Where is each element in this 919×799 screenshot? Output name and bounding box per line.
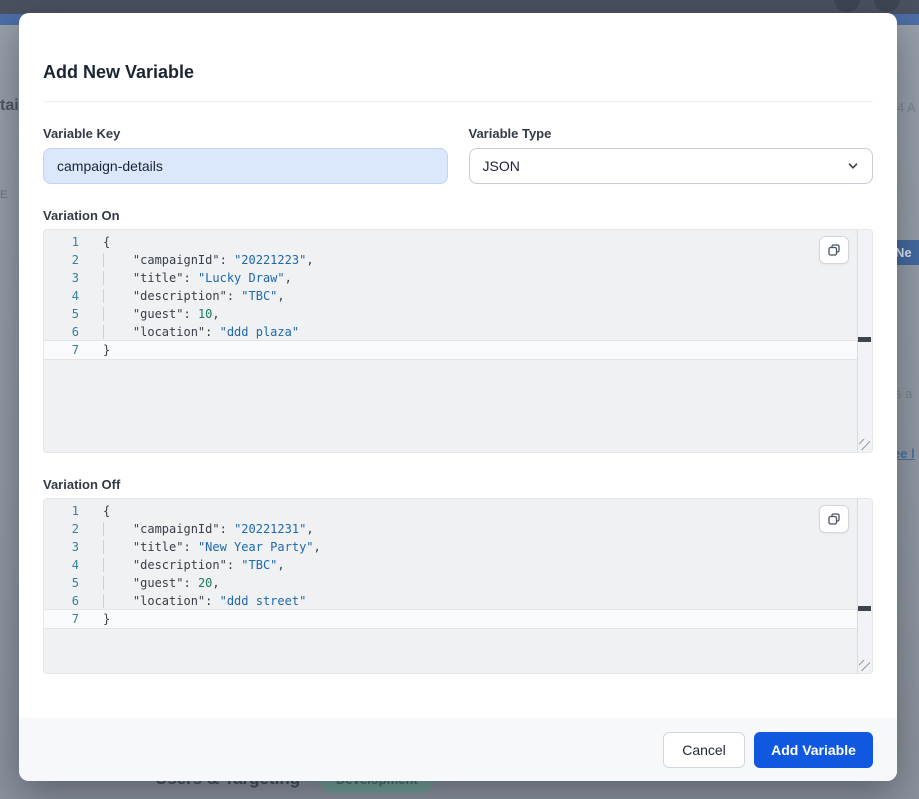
screen: tai E 4 A Ne s a ee l Users & Targeting … xyxy=(0,0,919,799)
scrollbar-track[interactable] xyxy=(857,499,872,673)
background-topbar xyxy=(0,0,919,14)
code-area[interactable]: 1{2 "campaignId": "20221231",3 "title": … xyxy=(44,499,872,628)
resize-handle[interactable] xyxy=(859,439,870,450)
line-number: 7 xyxy=(44,610,87,628)
cancel-button[interactable]: Cancel xyxy=(663,732,745,768)
line-number: 4 xyxy=(44,556,87,574)
line-number: 4 xyxy=(44,287,87,305)
copy-icon xyxy=(826,242,842,258)
code-line-text: "location": "ddd plaza" xyxy=(87,323,299,341)
copy-button[interactable] xyxy=(819,236,849,264)
code-line-text: "campaignId": "20221223", xyxy=(87,251,314,269)
line-number: 3 xyxy=(44,538,87,556)
variable-type-field: Variable Type JSON xyxy=(469,126,874,184)
scrollbar-cursor-annotation xyxy=(858,337,871,342)
line-number: 6 xyxy=(44,592,87,610)
code-line-text: "title": "New Year Party", xyxy=(87,538,321,556)
modal-body: Add New Variable Variable Key Variable T… xyxy=(19,13,897,674)
background-text-fragment: tai xyxy=(0,97,19,115)
variation-off-label: Variation Off xyxy=(43,477,873,492)
copy-icon xyxy=(826,511,842,527)
variable-type-label: Variable Type xyxy=(469,126,874,141)
background-date-fragment: 4 A xyxy=(897,100,916,115)
code-line[interactable]: 3 "title": "New Year Party", xyxy=(44,538,872,556)
variation-off-editor[interactable]: 1{2 "campaignId": "20221231",3 "title": … xyxy=(43,498,873,674)
add-variable-button[interactable]: Add Variable xyxy=(754,732,873,768)
line-number: 5 xyxy=(44,305,87,323)
chevron-down-icon xyxy=(846,159,860,173)
variation-on-label: Variation On xyxy=(43,208,873,223)
line-number: 2 xyxy=(44,520,87,538)
background-text-fragment: s a xyxy=(895,386,912,401)
title-divider xyxy=(43,101,873,102)
variable-key-field: Variable Key xyxy=(43,126,448,184)
line-number: 7 xyxy=(44,341,87,359)
resize-handle[interactable] xyxy=(859,660,870,671)
code-line-text: } xyxy=(87,610,110,628)
code-line-text: { xyxy=(87,502,110,520)
avatar-icon xyxy=(834,0,860,12)
code-line[interactable]: 2 "campaignId": "20221231", xyxy=(44,520,872,538)
variable-key-input[interactable] xyxy=(43,148,448,184)
code-line-text: "description": "TBC", xyxy=(87,556,285,574)
code-line[interactable]: 6 "location": "ddd street" xyxy=(44,592,872,610)
code-line[interactable]: 5 "guest": 10, xyxy=(44,305,872,323)
variable-key-label: Variable Key xyxy=(43,126,448,141)
code-line[interactable]: 1{ xyxy=(44,502,872,520)
background-text-fragment: E xyxy=(0,189,7,201)
form-row: Variable Key Variable Type JSON xyxy=(43,126,873,184)
code-line[interactable]: 5 "guest": 20, xyxy=(44,574,872,592)
line-number: 3 xyxy=(44,269,87,287)
line-number: 5 xyxy=(44,574,87,592)
line-number: 2 xyxy=(44,251,87,269)
code-line-text: "description": "TBC", xyxy=(87,287,285,305)
variation-on-editor[interactable]: 1{2 "campaignId": "20221223",3 "title": … xyxy=(43,229,873,453)
line-number: 1 xyxy=(44,502,87,520)
avatar-icon xyxy=(874,0,900,12)
copy-button[interactable] xyxy=(819,505,849,533)
scrollbar-track[interactable] xyxy=(857,230,872,452)
variable-type-select[interactable]: JSON xyxy=(469,148,874,184)
code-line[interactable]: 4 "description": "TBC", xyxy=(44,287,872,305)
code-area[interactable]: 1{2 "campaignId": "20221223",3 "title": … xyxy=(44,230,872,359)
code-line-text: { xyxy=(87,233,110,251)
code-line[interactable]: 2 "campaignId": "20221223", xyxy=(44,251,872,269)
code-line[interactable]: 3 "title": "Lucky Draw", xyxy=(44,269,872,287)
line-number: 1 xyxy=(44,233,87,251)
code-line-text: "campaignId": "20221231", xyxy=(87,520,314,538)
add-variable-modal: Add New Variable Variable Key Variable T… xyxy=(19,13,897,781)
code-line[interactable]: 7} xyxy=(44,341,872,359)
line-number: 6 xyxy=(44,323,87,341)
modal-footer: Cancel Add Variable xyxy=(19,718,897,781)
scrollbar-cursor-annotation xyxy=(858,606,871,611)
code-line-text: "guest": 10, xyxy=(87,305,220,323)
code-line-text: "location": "ddd street" xyxy=(87,592,306,610)
code-line[interactable]: 1{ xyxy=(44,233,872,251)
code-line-text: "guest": 20, xyxy=(87,574,220,592)
code-line-text: } xyxy=(87,341,110,359)
code-line[interactable]: 7} xyxy=(44,610,872,628)
code-line[interactable]: 4 "description": "TBC", xyxy=(44,556,872,574)
code-line-text: "title": "Lucky Draw", xyxy=(87,269,292,287)
modal-title: Add New Variable xyxy=(43,61,873,83)
variable-type-value: JSON xyxy=(483,158,520,174)
code-line[interactable]: 6 "location": "ddd plaza" xyxy=(44,323,872,341)
